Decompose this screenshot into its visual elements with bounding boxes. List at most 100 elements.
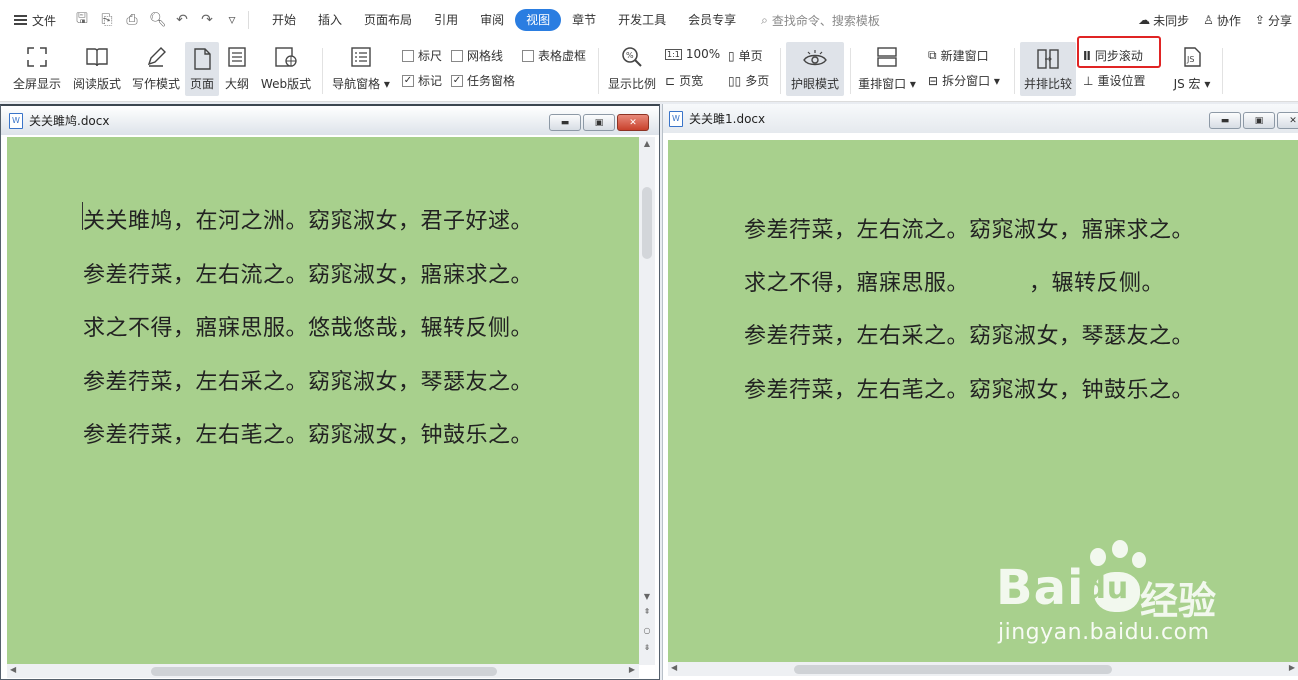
tab-references[interactable]: 引用 [423, 9, 469, 31]
tab-page-layout[interactable]: 页面布局 [353, 9, 423, 31]
document-window-left: W 关关雎鸠.docx ▬ ▣ ✕ 关关雎鸠，在河之洲。窈窕淑女，君子好逑。 参… [0, 104, 660, 680]
new-window-label: 新建窗口 [940, 49, 989, 63]
table-gridlines-label: 表格虚框 [538, 49, 587, 63]
marks-checkbox[interactable]: ✓ 标记 [402, 72, 442, 89]
ribbon-tabs: 开始 插入 页面布局 引用 审阅 视图 章节 开发工具 会员专享 [261, 9, 747, 31]
share-icon: ⇪ [1254, 13, 1265, 27]
split-window-label: 拆分窗口 ▾ [942, 74, 1000, 88]
tab-developer[interactable]: 开发工具 [607, 9, 677, 31]
scroll-left-icon[interactable]: ◀ [10, 665, 16, 674]
close-button[interactable]: ✕ [617, 114, 649, 131]
minimize-button[interactable]: ▬ [549, 114, 581, 131]
text-line: 求之不得，寤寐思服。 ，辗转反侧。 [744, 271, 1164, 296]
command-search[interactable]: ⌕ 查找命令、搜索模板 [761, 12, 880, 29]
user-icon: ♙ [1203, 13, 1214, 27]
gridlines-checkbox[interactable]: 网格线 [451, 47, 503, 64]
scroll-thumb[interactable] [151, 667, 497, 676]
print-icon[interactable]: ⎙ [124, 12, 140, 28]
tab-view[interactable]: 视图 [515, 9, 562, 31]
side-by-side-button[interactable]: 并排比较 [1020, 42, 1076, 96]
outline-button[interactable]: 大纲 [222, 40, 252, 92]
text-line: 参差荇菜，左右采之。窈窕淑女，琴瑟友之。 [83, 370, 534, 395]
horizontal-scrollbar[interactable]: ◀ ▶ [7, 664, 639, 678]
divider [598, 48, 599, 94]
fullscreen-button[interactable]: 全屏显示 [10, 40, 64, 92]
nav-pane-button[interactable]: 导航窗格 ▾ [330, 40, 392, 92]
divider [1222, 48, 1223, 94]
export-icon[interactable]: ⎘ [99, 12, 115, 28]
tab-member[interactable]: 会员专享 [677, 9, 747, 31]
page-width-button[interactable]: ⊏ 页宽 [665, 72, 703, 89]
scroll-right-icon[interactable]: ▶ [1289, 663, 1295, 672]
scroll-up-icon[interactable]: ▲ [641, 139, 653, 148]
js-macro-label: JS 宏 ▾ [1173, 77, 1211, 91]
redo-icon[interactable]: ↷ [199, 12, 215, 28]
table-gridlines-check [522, 49, 534, 62]
reading-layout-button[interactable]: 阅读版式 [70, 40, 124, 92]
text-line: 参差荇菜，左右流之。窈窕淑女，寤寐求之。 [744, 218, 1195, 243]
minimize-button[interactable]: ▬ [1209, 112, 1241, 129]
close-button[interactable]: ✕ [1277, 112, 1298, 129]
window-controls: ▬ ▣ ✕ [1209, 112, 1298, 129]
one-to-one-icon: 1:1 [665, 48, 682, 60]
new-window-button[interactable]: ⧉ 新建窗口 [928, 47, 989, 64]
scroll-right-icon[interactable]: ▶ [629, 665, 635, 674]
scroll-down-icon[interactable]: ▼ [641, 592, 653, 601]
print-preview-icon[interactable]: 🔍︎ [149, 12, 167, 28]
task-pane-checkbox[interactable]: ✓ 任务窗格 [451, 72, 515, 89]
browse-object-icon[interactable]: ○ [641, 626, 653, 635]
page-view-button[interactable]: 页面 [185, 42, 219, 96]
sync-status-label: 未同步 [1153, 13, 1190, 28]
page-width-label: 页宽 [679, 74, 704, 88]
zoom-button[interactable]: % 显示比例 [606, 40, 658, 92]
table-gridlines-checkbox[interactable]: 表格虚框 [522, 47, 586, 64]
restore-button[interactable]: ▣ [1243, 112, 1275, 129]
right-actions: ☁ 未同步 ♙ 协作 ⇪ 分享 [1138, 0, 1292, 40]
split-window-icon: ⊟ [928, 73, 939, 88]
scroll-thumb[interactable] [794, 665, 1112, 674]
magnifier-percent-icon: % [619, 44, 645, 70]
tab-sections[interactable]: 章节 [561, 9, 607, 31]
next-page-icon[interactable]: ⇟ [641, 643, 653, 652]
divider [1014, 48, 1015, 94]
scroll-left-icon[interactable]: ◀ [671, 663, 677, 672]
arrange-windows-button[interactable]: 重排窗口 ▾ [856, 40, 918, 92]
save-icon[interactable]: 🖫 [74, 8, 90, 32]
outline-label: 大纲 [224, 77, 249, 91]
vertical-scrollbar[interactable]: ▲ ▼ ⇞ ○ ⇟ [639, 137, 655, 665]
horizontal-scrollbar[interactable]: ◀ ▶ [668, 662, 1298, 676]
customize-chevron-icon[interactable]: ▿ [224, 12, 240, 28]
tab-home[interactable]: 开始 [261, 9, 307, 31]
word-doc-icon: W [669, 110, 683, 127]
multi-page-button[interactable]: ▯▯ 多页 [728, 72, 769, 89]
collab-button[interactable]: ♙ 协作 [1203, 12, 1241, 29]
tab-insert[interactable]: 插入 [307, 9, 353, 31]
tab-review[interactable]: 审阅 [469, 9, 515, 31]
eye-protect-button[interactable]: 护眼模式 [786, 42, 844, 96]
share-button[interactable]: ⇪ 分享 [1255, 12, 1292, 29]
file-menu[interactable]: 文件 [0, 12, 56, 29]
reset-position-button[interactable]: ⊥ 重设位置 [1083, 72, 1145, 89]
file-menu-label: 文件 [32, 13, 57, 28]
web-layout-button[interactable]: Web版式 [258, 40, 314, 92]
sync-scroll-highlight [1077, 36, 1161, 68]
zoom-100-button[interactable]: 1:1 100% [665, 47, 720, 61]
split-window-button[interactable]: ⊟ 拆分窗口 ▾ [928, 72, 1000, 89]
scroll-thumb[interactable] [642, 187, 652, 259]
sync-status-button[interactable]: ☁ 未同步 [1138, 12, 1189, 29]
ruler-checkbox[interactable]: 标尺 [402, 47, 442, 64]
prev-page-icon[interactable]: ⇞ [641, 607, 653, 616]
undo-icon[interactable]: ↶ [174, 12, 190, 28]
arrange-icon [874, 44, 900, 70]
js-macro-button[interactable]: JS JS 宏 ▾ [1170, 40, 1214, 92]
gridlines-check [451, 49, 463, 62]
writing-mode-button[interactable]: 写作模式 [129, 40, 183, 92]
text-cursor [82, 202, 83, 230]
gridlines-label: 网格线 [467, 49, 504, 63]
restore-button[interactable]: ▣ [583, 114, 615, 131]
word-doc-icon: W [9, 112, 23, 129]
fullscreen-label: 全屏显示 [12, 77, 61, 91]
single-page-button[interactable]: ▯ 单页 [728, 47, 763, 64]
document-page[interactable]: 关关雎鸠，在河之洲。窈窕淑女，君子好逑。 参差荇菜，左右流之。窈窕淑女，寤寐求之… [7, 137, 639, 665]
js-file-icon: JS [1179, 44, 1205, 70]
